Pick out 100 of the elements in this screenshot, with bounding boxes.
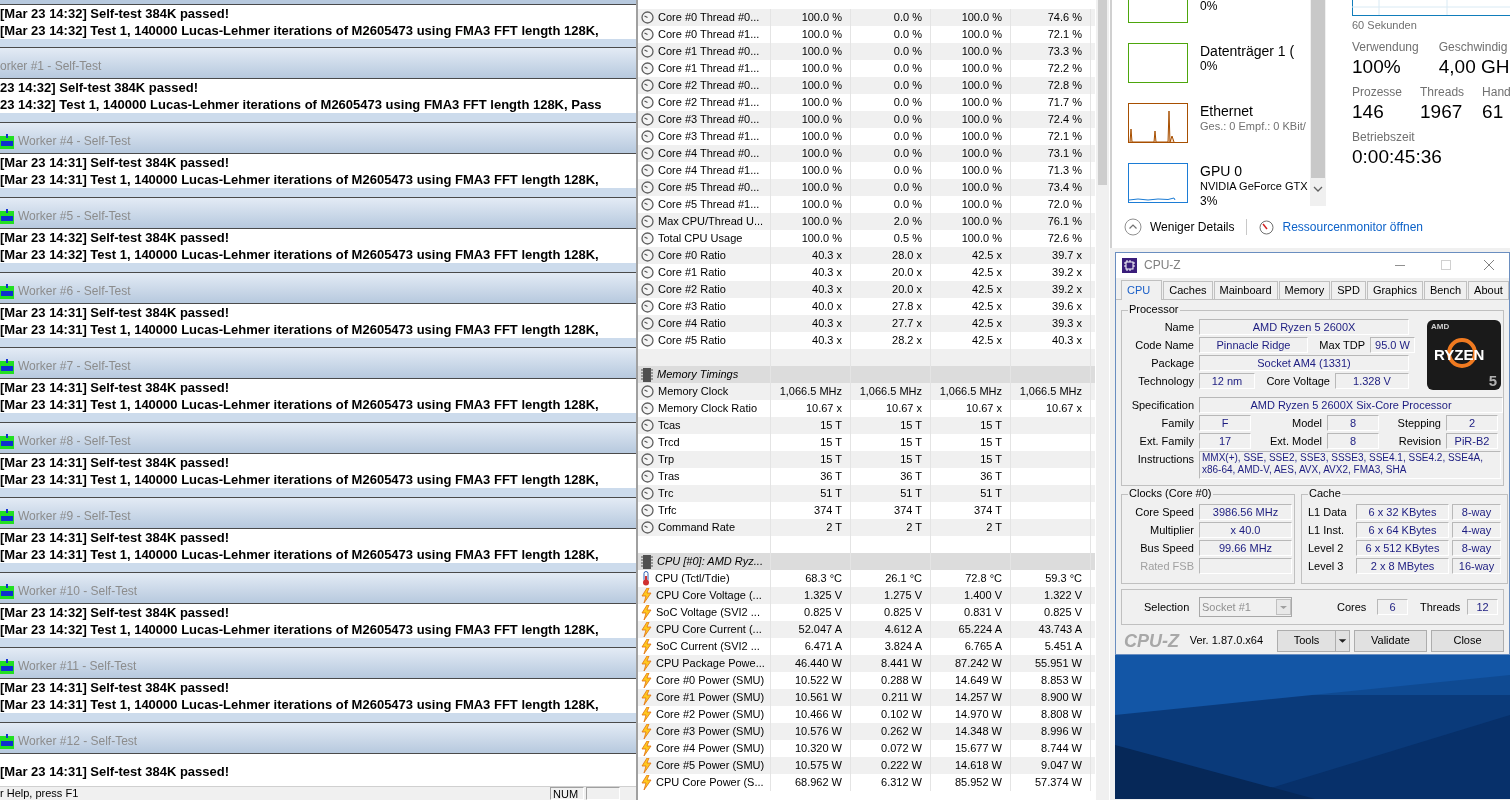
sensor-value: 0.825 V: [884, 606, 922, 619]
sensor-value: 52.047 A: [798, 623, 842, 636]
device-detail: NVIDIA GeForce GTX: [1200, 179, 1309, 194]
worker-title: Worker #5 - Self-Test: [18, 209, 131, 224]
device-name: Ethernet: [1200, 103, 1254, 119]
sensor-label: Trfc: [658, 504, 677, 517]
field-label: L1 Data: [1308, 505, 1348, 519]
field-label: Rated FSB: [1139, 559, 1194, 573]
tab[interactable]: Memory: [1278, 281, 1331, 299]
device-detail: 0%: [1200, 0, 1219, 14]
sensor-value: 28.0 x: [892, 249, 922, 262]
sensor-value: 57.374 W: [1034, 776, 1082, 789]
scrollbar[interactable]: [1096, 0, 1109, 800]
worker-title: Worker #6 - Self-Test: [18, 284, 131, 299]
tab[interactable]: CPU: [1121, 280, 1163, 300]
fewer-details-button[interactable]: Weniger Details: [1150, 219, 1235, 235]
sensor-value: 14.618 W: [954, 759, 1002, 772]
sensor-label: Command Rate: [658, 521, 736, 534]
sensor-label: Core #3 Thread #1...: [658, 130, 760, 143]
sensor-label: SoC Current (SVI2 ...: [656, 640, 760, 653]
field-label: Ext. Model: [1269, 434, 1322, 448]
sensor-value: 100.0 %: [801, 198, 842, 211]
sensor-label: Trcd: [658, 436, 680, 449]
value-field: 6: [1377, 599, 1408, 615]
value-field: x 40.0: [1199, 522, 1292, 538]
lightning-icon: [641, 656, 652, 671]
stat-value: 61: [1482, 100, 1505, 124]
lightning-icon: [641, 707, 652, 722]
resource-monitor-link[interactable]: Ressourcenmonitor öffnen: [1282, 219, 1423, 235]
sensor-label: Core #0 Power (SMU): [656, 674, 765, 687]
group-title: Cache: [1308, 487, 1342, 500]
tools-button[interactable]: Tools: [1277, 629, 1350, 652]
worker-title: Worker #9 - Self-Test: [18, 509, 131, 524]
value-field: 8: [1327, 415, 1379, 431]
value-field: 17: [1199, 433, 1251, 449]
scrollbar[interactable]: [1310, 0, 1326, 206]
worker-title: orker #1 - Self-Test: [0, 59, 102, 74]
sensor-value: 10.466 W: [794, 708, 842, 721]
value-field: MMX(+), SSE, SSE2, SSE3, SSSE3, SSE4.1, SSE4.2, SSE4A, x86-64, AMD-V, AES, AVX, AVX2, FMA3, SHA: [1199, 451, 1501, 479]
sensor-value: 8.996 W: [1041, 725, 1082, 738]
sensor-value: 15.677 W: [954, 742, 1002, 755]
sensor-label: Tras: [658, 470, 680, 483]
dialog-button[interactable]: Validate: [1354, 629, 1427, 652]
sensor-value: 15 T: [820, 453, 842, 466]
scrollbar-thumb[interactable]: [1098, 0, 1107, 185]
stat-label: Geschwindig: [1438, 40, 1509, 55]
log-line: [Mar 23 14:31] Test 1, 140000 Lucas-Lehmer iterations of M2605473 using FMA3 FFT length 128K,: [0, 546, 600, 563]
network-graph: [1128, 103, 1188, 143]
field-label: Package: [1150, 356, 1194, 370]
value-field: 99.66 MHz: [1199, 540, 1292, 556]
sensor-value: 10.561 W: [794, 691, 842, 704]
sensor-value: 36 T: [820, 470, 842, 483]
sensor-value: 0.825 V: [804, 606, 842, 619]
lightning-icon: [641, 622, 652, 637]
sensor-value: 14.649 W: [954, 674, 1002, 687]
sensor-value: 42.5 x: [972, 334, 1002, 347]
sensor-label: Core #3 Power (SMU): [656, 725, 765, 738]
sensor-value: 100.0 %: [801, 62, 842, 75]
value-field: AMD Ryzen 5 2600X Six-Core Processor: [1199, 397, 1503, 413]
tab[interactable]: Caches: [1163, 281, 1213, 299]
sensor-label: Core #5 Ratio: [658, 334, 726, 347]
sensor-value: 100.0 %: [801, 96, 842, 109]
field-label: L1 Inst.: [1308, 523, 1346, 537]
stat-label: Betriebszeit: [1352, 130, 1416, 145]
dialog-button[interactable]: Close: [1431, 629, 1504, 652]
scrollbar-thumb[interactable]: [1311, 0, 1325, 178]
sensor-value: 0.211 W: [881, 691, 922, 704]
field-label: Technology: [1137, 374, 1194, 388]
sensor-label: Core #4 Power (SMU): [656, 742, 765, 755]
tab[interactable]: Bench: [1423, 281, 1468, 299]
sensor-value: 72.8 %: [1047, 79, 1082, 92]
tab[interactable]: Mainboard: [1213, 281, 1278, 299]
tab[interactable]: SPD: [1331, 281, 1366, 299]
sensor-value: 1,066.5 MHz: [1019, 385, 1082, 398]
sensor-value: 3.824 A: [884, 640, 922, 653]
sensor-value: 39.2 x: [1052, 283, 1082, 296]
sensor-value: 0.831 V: [964, 606, 1002, 619]
sensor-value: 73.3 %: [1047, 45, 1082, 58]
sensor-value: 10.576 W: [794, 725, 842, 738]
sensor-value: 43.743 A: [1038, 623, 1082, 636]
chevron-up-icon[interactable]: [1124, 218, 1142, 236]
log-line: [Mar 23 14:31] Self-test 384K passed!: [0, 454, 231, 471]
field-label: Bus Speed: [1139, 541, 1194, 555]
sensor-label: Core #0 Thread #0...: [658, 11, 760, 24]
sensor-value: 100.0 %: [961, 45, 1002, 58]
sensor-value: 42.5 x: [972, 300, 1002, 313]
sensor-value: 100.0 %: [961, 79, 1002, 92]
tab[interactable]: Graphics: [1366, 281, 1423, 299]
tab[interactable]: About: [1468, 281, 1509, 299]
sensor-value: 15 T: [980, 436, 1002, 449]
field-label: Selection: [1144, 600, 1191, 614]
log-line: 23 14:32] Test 1, 140000 Lucas-Lehmer iterations of M2605473 using FMA3 FFT length 128K, Pass: [0, 96, 603, 113]
sensor-value: 46.440 W: [794, 657, 842, 670]
sensor-value: 73.1 %: [1047, 147, 1082, 160]
stat-label: Hand: [1482, 85, 1510, 100]
sensor-value: 2 T: [826, 521, 842, 534]
sensor-value: 15 T: [980, 453, 1002, 466]
sensor-value: 100.0 %: [801, 181, 842, 194]
value-field: 12: [1467, 599, 1498, 615]
sensor-value: 39.6 x: [1052, 300, 1082, 313]
